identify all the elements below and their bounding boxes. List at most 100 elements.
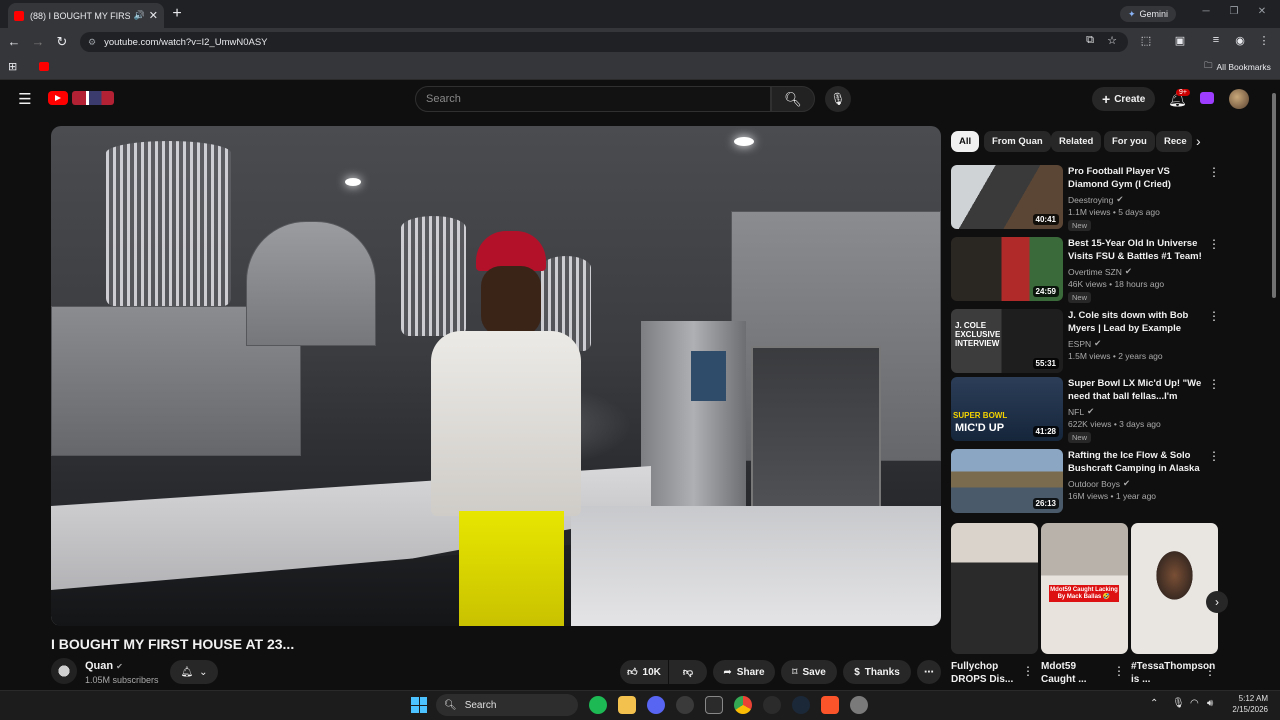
apps-grid-icon[interactable]: ⊞	[8, 60, 17, 73]
more-vertical-icon[interactable]: ⋮	[1208, 165, 1220, 179]
gemini-button[interactable]: ✦ Gemini	[1120, 6, 1177, 22]
taskbar-search-box[interactable]: 🔍︎ Search	[436, 694, 578, 716]
tab-close-icon[interactable]: ✕	[149, 9, 158, 22]
microphone-tray-icon[interactable]: 🎙︎	[1172, 698, 1185, 709]
video-player[interactable]	[51, 126, 941, 626]
more-vertical-icon[interactable]: ⋮	[1208, 237, 1220, 251]
rec-channel-name: Outdoor Boys	[1068, 478, 1120, 489]
thanks-label: Thanks	[864, 666, 900, 678]
short-thumbnail[interactable]	[1131, 523, 1218, 654]
chip-for-you[interactable]: For you	[1104, 131, 1155, 152]
install-app-icon[interactable]: ⧉	[1082, 34, 1098, 47]
file-explorer-icon[interactable]	[618, 696, 636, 714]
voice-search-button[interactable]: 🎙︎	[825, 86, 851, 112]
shorts-next-chevron-icon[interactable]: ›	[1206, 591, 1228, 613]
more-vertical-icon[interactable]: ⋮	[1204, 664, 1216, 678]
spotify-icon[interactable]	[589, 696, 607, 714]
more-vertical-icon[interactable]: ⋮	[1022, 664, 1034, 678]
extensions-icon[interactable]: ⬚	[1138, 34, 1154, 47]
chip-related[interactable]: Related	[1051, 131, 1102, 152]
chip-all[interactable]: All	[951, 131, 980, 152]
wifi-icon[interactable]: ◠	[1190, 698, 1199, 709]
speaker-icon[interactable]: 🔊	[134, 10, 145, 21]
share-button[interactable]: ➦ Share	[713, 660, 775, 684]
discord-icon[interactable]	[647, 696, 665, 714]
channel-name-link[interactable]: Quan ✔	[85, 660, 123, 672]
close-window-icon[interactable]: ✕	[1252, 6, 1272, 17]
forward-arrow-icon[interactable]: →	[30, 34, 46, 49]
short-thumbnail[interactable]	[951, 523, 1038, 654]
chips-next-chevron-icon[interactable]: ›	[1196, 133, 1201, 149]
maximize-window-icon[interactable]: ❐	[1224, 6, 1244, 17]
side-panel-icon[interactable]: ▣	[1172, 34, 1188, 47]
more-actions-button[interactable]: ⋯	[917, 660, 941, 684]
like-button[interactable]: 👍︎ 10K	[620, 660, 668, 684]
recommendation-item[interactable]: J. COLE EXCLUSIVE INTERVIEW 55:31 J. Col…	[951, 309, 1220, 375]
video-thumbnail[interactable]: J. COLE EXCLUSIVE INTERVIEW 55:31	[951, 309, 1063, 373]
minimize-window-icon[interactable]: ─	[1196, 6, 1216, 17]
wall-ovens	[751, 346, 881, 516]
channel-name: Quan	[85, 660, 114, 672]
chatgpt-icon[interactable]	[676, 696, 694, 714]
new-tab-button[interactable]: +	[170, 5, 184, 23]
youtube-favicon-icon	[14, 10, 24, 21]
reload-icon[interactable]: ↻	[54, 34, 70, 50]
back-arrow-icon[interactable]: ←	[6, 34, 22, 49]
clock-time: 5:12 AM	[1238, 694, 1268, 703]
video-thumbnail[interactable]: 40:41	[951, 165, 1063, 229]
more-vertical-icon[interactable]: ⋮	[1208, 377, 1220, 391]
verified-check-icon: ✔	[1116, 194, 1124, 204]
search-input[interactable]: Search	[415, 86, 771, 112]
search-button[interactable]: 🔍︎	[771, 86, 815, 112]
recommendation-item[interactable]: 24:59 Best 15-Year Old In Universe Visit…	[951, 237, 1220, 303]
volume-icon[interactable]: 🔊︎	[1207, 698, 1213, 709]
windows-start-icon[interactable]	[411, 697, 427, 713]
more-vertical-icon[interactable]: ⋮	[1208, 449, 1220, 463]
epic-games-icon[interactable]	[705, 696, 723, 714]
site-info-icon[interactable]: ⚙	[88, 37, 96, 48]
menu-hamburger-icon[interactable]: ☰	[16, 90, 34, 108]
rec-channel-name: NFL	[1068, 406, 1085, 417]
chip-recent[interactable]: Rece	[1156, 131, 1192, 152]
browser-menu-icon[interactable]: ⋮	[1256, 34, 1272, 47]
recommendation-item[interactable]: SUPER BOWL MIC'D UP 41:28 Super Bowl LX …	[951, 377, 1220, 443]
youtube-doodle-logo[interactable]	[72, 91, 114, 105]
youtube-bookmark-icon[interactable]	[39, 62, 49, 71]
settings-gear-icon[interactable]	[850, 696, 868, 714]
more-vertical-icon[interactable]: ⋮	[1113, 664, 1125, 678]
taskbar-clock[interactable]: 5:12 AM 2/15/2026	[1228, 693, 1268, 715]
windows-taskbar	[0, 690, 1280, 720]
chip-from-quan[interactable]: From Quan	[984, 131, 1051, 152]
rec-meta: 46K views • 18 hours ago	[1068, 279, 1165, 289]
save-button[interactable]: ⌑ Save	[781, 660, 837, 684]
youtube-logo-icon[interactable]	[48, 91, 68, 105]
page-scrollbar[interactable]	[1272, 93, 1276, 298]
chandelier-center	[401, 216, 466, 336]
address-bar[interactable]: ⚙ youtube.com/watch?v=I2_UmwN0ASY	[80, 32, 1128, 52]
logitech-icon[interactable]	[763, 696, 781, 714]
bookmark-star-icon[interactable]: ☆	[1104, 34, 1120, 47]
more-vertical-icon[interactable]: ⋮	[1208, 309, 1220, 323]
short-thumbnail[interactable]: Mdot59 Caught Lacking By Mack Ballas 🤣	[1041, 523, 1128, 654]
thanks-button[interactable]: $ Thanks	[843, 660, 911, 684]
create-button[interactable]: + Create	[1092, 87, 1156, 111]
browser-tab[interactable]: (88) I BOUGHT MY FIRST H 🔊 ✕	[8, 3, 164, 28]
account-avatar[interactable]	[1229, 89, 1249, 109]
steam-icon[interactable]	[792, 696, 810, 714]
subscribed-bell-button[interactable]: 🔔︎ ⌄	[170, 660, 218, 684]
recommendation-item[interactable]: 26:13 Rafting the Ice Flow & Solo Bushcr…	[951, 449, 1220, 515]
dislike-button[interactable]: 👎︎	[669, 660, 707, 684]
premium-gift-icon[interactable]	[1200, 92, 1214, 104]
channel-avatar[interactable]	[51, 658, 77, 684]
tray-chevron-up-icon[interactable]: ⌃	[1150, 698, 1158, 709]
brave-icon[interactable]	[821, 696, 839, 714]
fridge-screen	[691, 351, 726, 401]
reading-list-icon[interactable]: ≡	[1208, 34, 1224, 46]
profile-icon[interactable]: ◉	[1232, 34, 1248, 47]
chrome-icon[interactable]	[734, 696, 752, 714]
video-thumbnail[interactable]: SUPER BOWL MIC'D UP 41:28	[951, 377, 1063, 441]
all-bookmarks-button[interactable]: 🗀 All Bookmarks	[1204, 60, 1271, 74]
video-thumbnail[interactable]: 26:13	[951, 449, 1063, 513]
video-thumbnail[interactable]: 24:59	[951, 237, 1063, 301]
recommendation-item[interactable]: 40:41 Pro Football Player VS Diamond Gym…	[951, 165, 1220, 231]
